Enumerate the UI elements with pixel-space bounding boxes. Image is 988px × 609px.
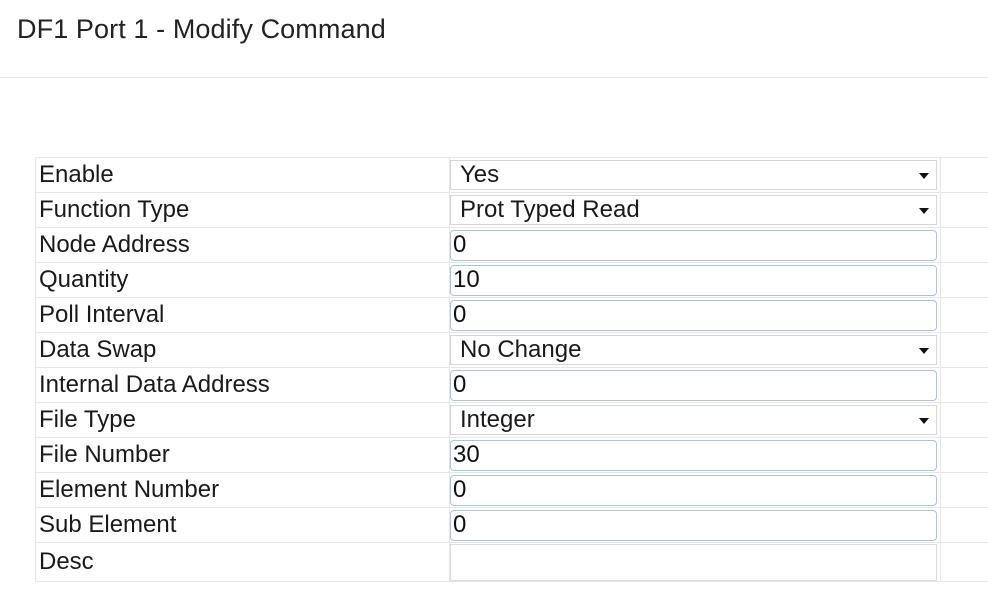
form-row-poll-interval: Poll Interval [35,297,988,333]
sub-element-label: Sub Element [35,507,450,543]
form-row-data-swap: Data Swap No Change [35,332,988,368]
function-type-select-value: Prot Typed Read [460,196,640,223]
file-type-label: File Type [35,402,450,438]
internal-data-address-label: Internal Data Address [35,367,450,403]
form-row-function-type: Function Type Prot Typed Read [35,192,988,228]
node-address-input[interactable] [450,229,937,261]
node-address-label: Node Address [35,227,450,263]
quantity-label: Quantity [35,262,450,298]
title-divider [0,77,988,78]
form-row-element-number: Element Number [35,472,988,508]
file-number-input[interactable] [450,439,937,471]
page-title: DF1 Port 1 - Modify Command [17,14,386,44]
form-row-internal-data-address: Internal Data Address [35,367,988,403]
form-row-enable: Enable Yes [35,157,988,193]
function-type-label: Function Type [35,192,450,228]
chevron-down-icon [919,173,929,179]
desc-input[interactable] [450,543,937,581]
enable-select-value: Yes [460,161,500,188]
function-type-select[interactable]: Prot Typed Read [450,195,937,225]
enable-label: Enable [35,157,450,193]
form-row-node-address: Node Address [35,227,988,263]
modify-command-form: Enable Yes Function Type Prot Typed Read… [35,157,988,582]
data-swap-select-value: No Change [460,336,582,363]
form-row-desc: Desc [35,542,988,582]
desc-label: Desc [35,542,450,582]
file-number-label: File Number [35,437,450,473]
element-number-input[interactable] [450,474,937,506]
chevron-down-icon [919,348,929,354]
form-row-quantity: Quantity [35,262,988,298]
form-row-file-number: File Number [35,437,988,473]
file-type-select[interactable]: Integer [450,405,937,435]
sub-element-input[interactable] [450,509,937,541]
form-row-sub-element: Sub Element [35,507,988,543]
chevron-down-icon [919,418,929,424]
file-type-select-value: Integer [460,406,535,433]
quantity-input[interactable] [450,264,937,296]
poll-interval-label: Poll Interval [35,297,450,333]
data-swap-select[interactable]: No Change [450,335,937,365]
form-row-file-type: File Type Integer [35,402,988,438]
enable-select[interactable]: Yes [450,160,937,190]
chevron-down-icon [919,208,929,214]
data-swap-label: Data Swap [35,332,450,368]
element-number-label: Element Number [35,472,450,508]
poll-interval-input[interactable] [450,299,937,331]
internal-data-address-input[interactable] [450,369,937,401]
